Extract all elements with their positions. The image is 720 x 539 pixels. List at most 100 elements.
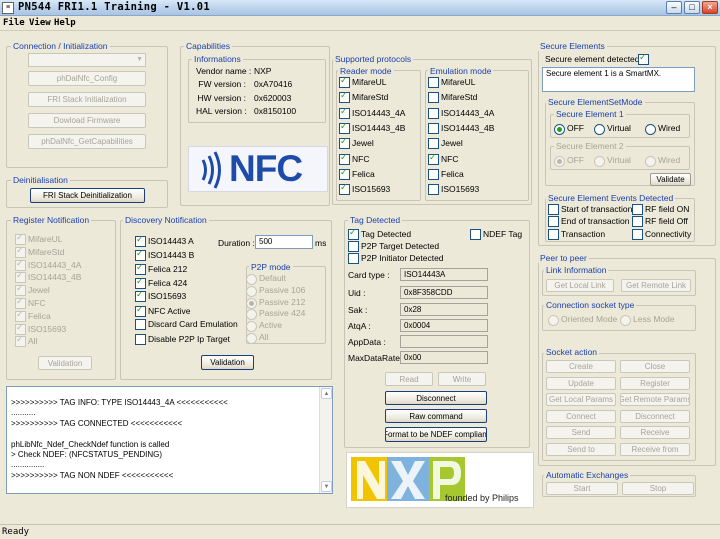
register-mifarestd-checkbox[interactable]: MifareStd [15, 245, 64, 258]
discovery-iso14443-a-checkbox[interactable]: ISO14443 A [135, 234, 194, 247]
socket-receive-from-button[interactable]: Receive from [620, 442, 690, 456]
event-start-transaction[interactable]: Start of transaction [548, 204, 632, 215]
discovery-felica-212-checkbox[interactable]: Felica 212 [135, 262, 187, 275]
emulation-felica-checkbox[interactable]: Felica [428, 168, 464, 180]
event-transaction[interactable]: Transaction [548, 229, 605, 240]
p2p-passive-106-radio[interactable]: Passive 106 [246, 285, 305, 297]
port-select[interactable]: ▼ [28, 53, 146, 67]
emulation-nfc-checkbox[interactable]: NFC [428, 152, 458, 165]
tag-appdata-value[interactable] [400, 335, 488, 348]
dal-config-button[interactable]: phDalNfc_Config [28, 71, 146, 86]
se1-wired-radio[interactable]: Wired [645, 123, 680, 135]
close-button[interactable]: × [702, 1, 718, 14]
p2p-all-radio[interactable]: All [246, 332, 268, 344]
oriented-mode-radio[interactable]: Oriented Mode [548, 314, 617, 326]
tag-uid-value[interactable]: 0x8F358CDD [400, 286, 488, 299]
reader-iso14443-4a-checkbox[interactable]: ISO14443_4A [339, 106, 405, 119]
disconnect-button[interactable]: Disconnect [385, 391, 487, 405]
auto-start-button[interactable]: Start [546, 482, 618, 495]
reader-iso14443-4b-checkbox[interactable]: ISO14443_4B [339, 121, 405, 134]
auto-stop-button[interactable]: Stop [622, 482, 694, 495]
tag-atqa-value[interactable]: 0x0004 [400, 319, 488, 332]
socket-get-remote-params-button[interactable]: Get Remote Params [620, 393, 690, 406]
maximize-button[interactable]: □ [684, 1, 700, 14]
emulation-jewel-checkbox[interactable]: Jewel [428, 138, 463, 150]
format-ndef-button[interactable]: Format to be NDEF compliant [385, 427, 487, 442]
register-felica-checkbox[interactable]: Felica [15, 309, 51, 322]
register-jewel-checkbox[interactable]: Jewel [15, 283, 50, 297]
socket-receive-button[interactable]: Receive [620, 426, 690, 439]
menu-view[interactable]: View [29, 18, 51, 28]
register-iso14443-4b-checkbox[interactable]: ISO14443_4B [15, 270, 81, 284]
discovery-validation-button[interactable]: Validation [201, 355, 254, 370]
title-bar[interactable]: ≡ PN544 FRI1.1 Training - V1.01 – □ × [0, 0, 720, 16]
socket-get-local-params-button[interactable]: Get Local Params [546, 393, 616, 406]
p2p-passive-212-radio[interactable]: Passive 212 [246, 297, 305, 309]
read-button[interactable]: Read [385, 372, 433, 386]
less-mode-radio[interactable]: Less Mode [620, 314, 675, 326]
se2-virtual-radio[interactable]: Virtual [594, 155, 631, 167]
tag-detected-checkbox[interactable]: Tag Detected [348, 227, 411, 240]
scroll-up-icon[interactable]: ▲ [321, 388, 332, 399]
emulation-iso14443-4b-checkbox[interactable]: ISO14443_4B [428, 122, 494, 134]
discovery-iso14443-b-checkbox[interactable]: ISO14443 B [135, 248, 194, 261]
log-scrollbar[interactable]: ▲ ▼ [319, 387, 332, 493]
socket-disconnect-button[interactable]: Disconnect [620, 409, 690, 423]
se-info-textbox[interactable]: Secure element 1 is a SmartMX. [542, 67, 695, 92]
emulation-mifarestd-checkbox[interactable]: MifareStd [428, 92, 477, 104]
raw-command-button[interactable]: Raw command [385, 409, 487, 423]
tag-maxdatarate-value[interactable]: 0x00 [400, 351, 488, 364]
p2p-passive-424-radio[interactable]: Passive 424 [246, 308, 305, 321]
log-output[interactable]: >>>>>>>>>> TAG INFO: TYPE ISO14443_4A <<… [6, 386, 333, 494]
discovery-nfc-active-checkbox[interactable]: NFC Active [135, 304, 191, 317]
reader-mifarestd-checkbox[interactable]: MifareStd [339, 90, 388, 104]
socket-send-button[interactable]: Send [546, 426, 616, 439]
se1-virtual-radio[interactable]: Virtual [594, 123, 631, 135]
reader-iso15693-checkbox[interactable]: ISO15693 [339, 182, 390, 196]
menu-file[interactable]: File [3, 18, 25, 28]
stack-deinit-button[interactable]: FRI Stack Deinitialization [30, 188, 145, 203]
discovery-iso15693-checkbox[interactable]: ISO15693 [135, 289, 186, 302]
download-firmware-button[interactable]: Dowload Firmware [28, 113, 146, 128]
duration-input[interactable]: 500 [255, 235, 313, 249]
se2-off-radio[interactable]: OFF [554, 155, 584, 167]
reader-nfc-checkbox[interactable]: NFC [339, 152, 369, 165]
reader-jewel-checkbox[interactable]: Jewel [339, 136, 374, 150]
event-connectivity[interactable]: Connectivity [632, 229, 691, 240]
reader-mifareul-checkbox[interactable]: MifareUL [339, 75, 386, 88]
p2p-target-checkbox[interactable]: P2P Target Detected [348, 241, 439, 252]
emulation-iso15693-checkbox[interactable]: ISO15693 [428, 184, 479, 196]
tag-sak-value[interactable]: 0x28 [400, 303, 488, 316]
register-mifareul-checkbox[interactable]: MifareUL [15, 232, 62, 245]
event-rf-field-on[interactable]: RF field ON [632, 204, 689, 215]
emulation-iso14443-4a-checkbox[interactable]: ISO14443_4A [428, 107, 494, 119]
se1-off-radio[interactable]: OFF [554, 123, 584, 135]
event-rf-field-off[interactable]: RF field Off [632, 216, 688, 227]
socket-create-button[interactable]: Create [546, 360, 616, 373]
register-all-checkbox[interactable]: All [15, 334, 37, 348]
write-button[interactable]: Write [438, 372, 486, 386]
ndef-tag-checkbox[interactable]: NDEF Tag [470, 229, 522, 240]
menu-help[interactable]: Help [54, 18, 76, 28]
event-end-transaction[interactable]: End of transaction [548, 216, 630, 227]
se-validate-button[interactable]: Validate [650, 173, 691, 186]
register-iso14443-4a-checkbox[interactable]: ISO14443_4A [15, 258, 81, 271]
minimize-button[interactable]: – [666, 1, 682, 14]
emulation-mifareul-checkbox[interactable]: MifareUL [428, 77, 475, 88]
p2p-active-radio[interactable]: Active [246, 320, 282, 333]
get-remote-link-button[interactable]: Get Remote Link [621, 279, 691, 292]
tag-card-type-value[interactable]: ISO14443A [400, 268, 488, 281]
socket-connect-button[interactable]: Connect [546, 409, 616, 423]
p2p-default-radio[interactable]: Default [246, 273, 286, 285]
register-iso15693-checkbox[interactable]: ISO15693 [15, 322, 66, 335]
se2-wired-radio[interactable]: Wired [645, 155, 680, 167]
discovery-discard-card-emulation-checkbox[interactable]: Discard Card Emulation [135, 319, 238, 330]
get-capabilities-button[interactable]: phDalNfc_GetCapabilities [28, 134, 146, 149]
discovery-disable-p2p-ip-target-checkbox[interactable]: Disable P2P Ip Target [135, 334, 230, 345]
reader-felica-checkbox[interactable]: Felica [339, 167, 375, 180]
socket-register-button[interactable]: Register [620, 376, 690, 390]
socket-close-button[interactable]: Close [620, 360, 690, 373]
get-local-link-button[interactable]: Get Local Link [546, 279, 614, 292]
discovery-felica-424-checkbox[interactable]: Felica 424 [135, 276, 187, 289]
stack-init-button[interactable]: FRI Stack Initialization [28, 92, 146, 107]
